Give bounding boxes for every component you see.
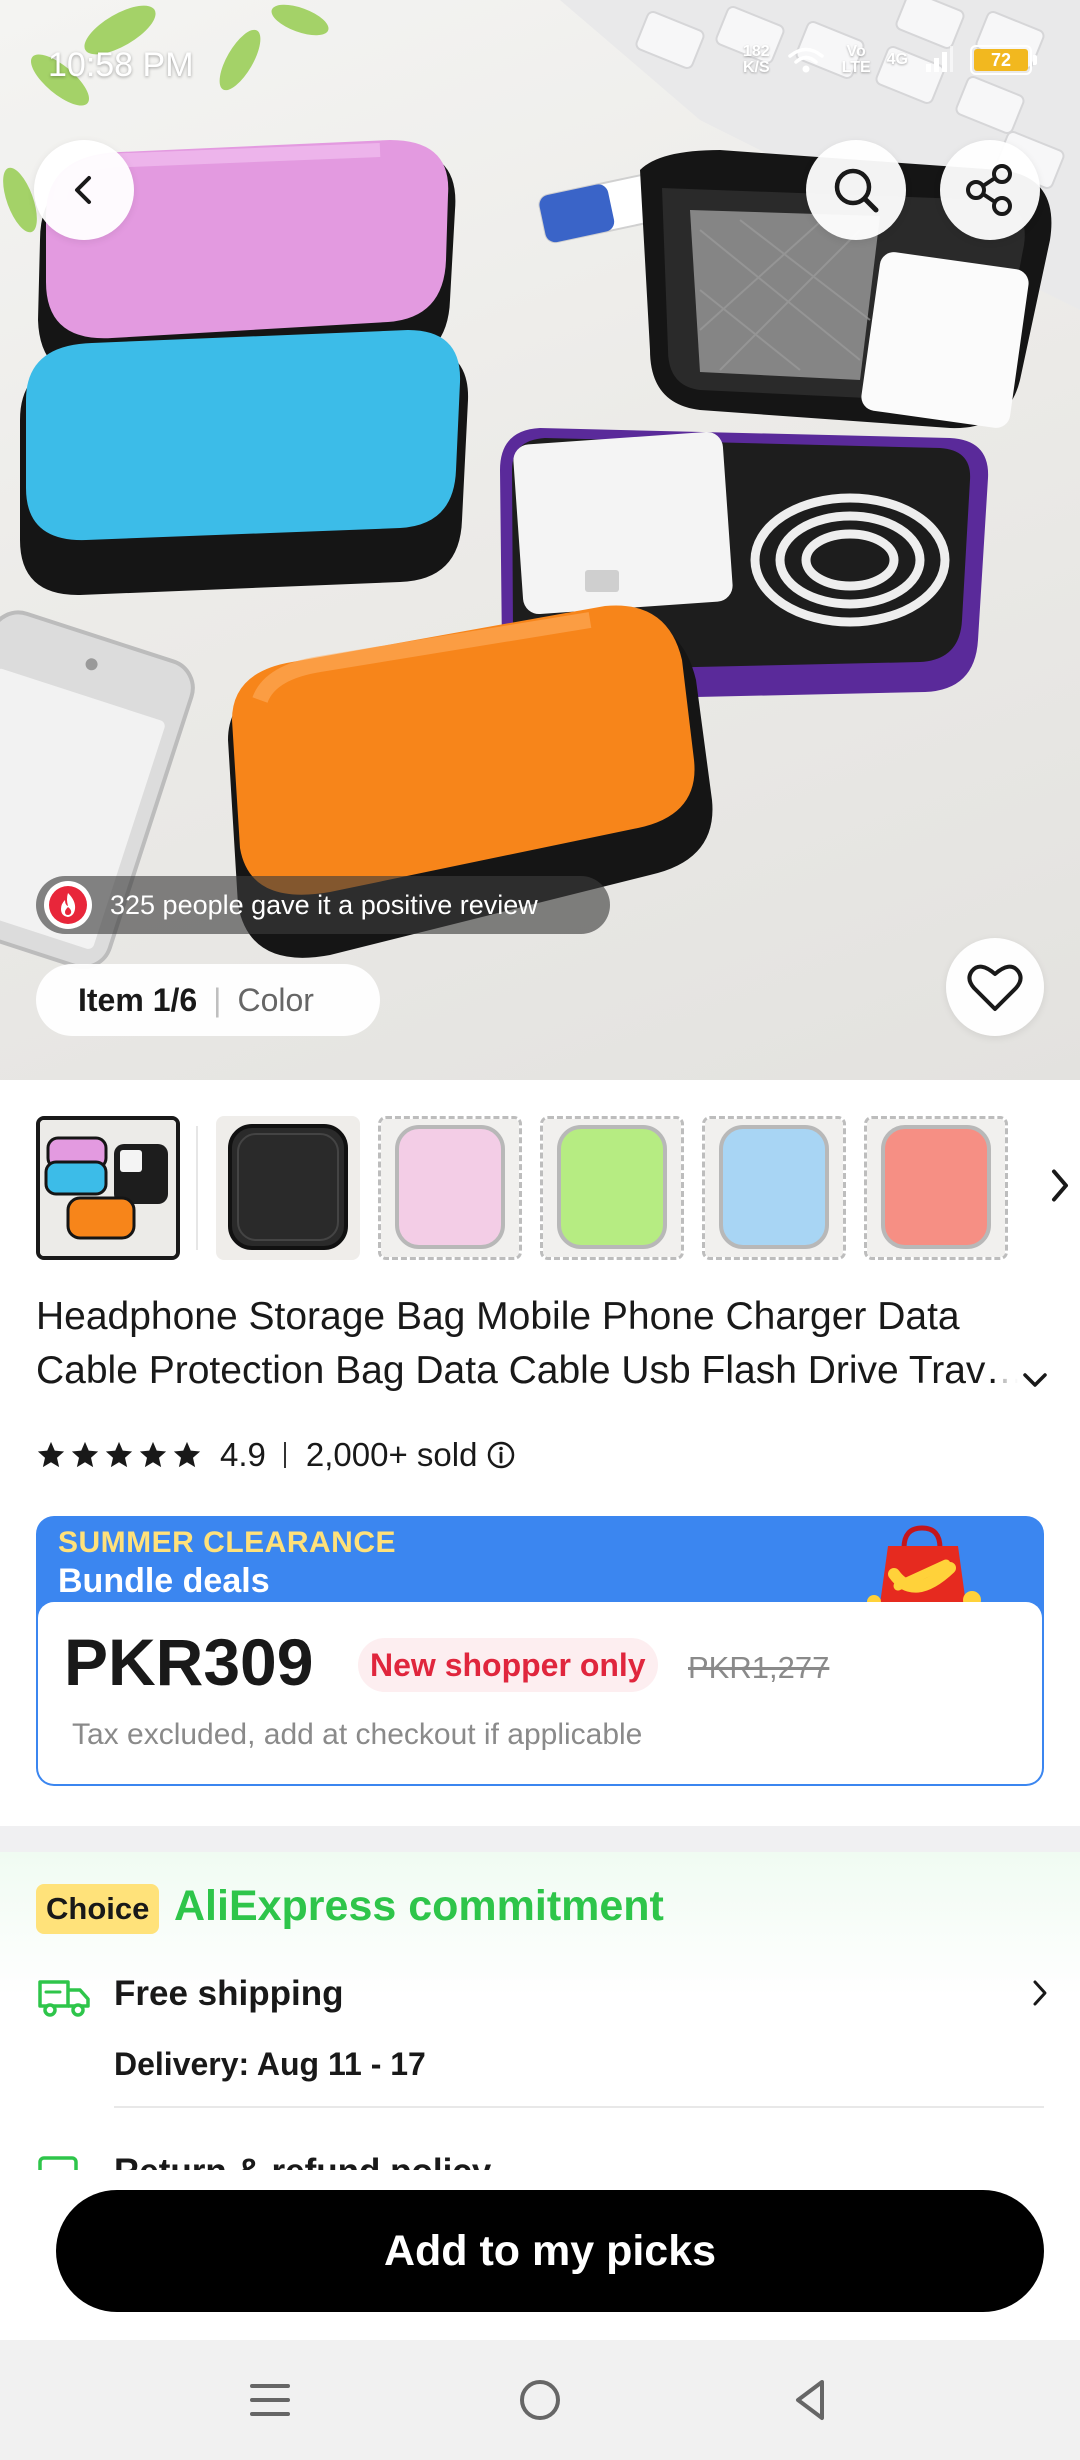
- star-icon: [173, 1441, 201, 1468]
- shipping-title[interactable]: Free shipping: [114, 1974, 343, 2014]
- image-counter: Item 1/6: [78, 981, 198, 1018]
- section-divider: [0, 1826, 1080, 1852]
- thumbnail-image: [40, 1120, 176, 1256]
- thumbnail-image: [705, 1119, 843, 1257]
- fire-icon: [44, 881, 92, 929]
- thumbnail-6[interactable]: [864, 1116, 1008, 1260]
- signal-icon: [926, 46, 953, 72]
- review-text: 325 people gave it a positive review: [110, 889, 538, 920]
- thumbnail-divider: [196, 1126, 198, 1250]
- commitment-section: Choice AliExpress commitment Free shippi…: [0, 1852, 1080, 2172]
- chevron-right-icon[interactable]: [1030, 1978, 1050, 2008]
- image-counter-pill[interactable]: Item 1/6 | Color: [36, 964, 380, 1036]
- delivery-date: Delivery: Aug 11 - 17: [114, 2046, 426, 2082]
- share-button[interactable]: [940, 140, 1040, 240]
- thumbnail-next-button[interactable]: [1048, 1168, 1072, 1209]
- thumbnail-image: [381, 1119, 519, 1257]
- network-speed: 182 K/S: [742, 43, 770, 76]
- thumbnail-image: [543, 1119, 681, 1257]
- thumbnail-2[interactable]: [216, 1116, 360, 1260]
- search-button[interactable]: [806, 140, 906, 240]
- thumbnail-image: [216, 1116, 360, 1260]
- product-title[interactable]: Headphone Storage Bag Mobile Phone Charg…: [36, 1290, 1046, 1398]
- thumbnail-1[interactable]: [36, 1116, 180, 1260]
- star-icon: [139, 1441, 167, 1468]
- network-type: 4G: [886, 51, 908, 68]
- new-shopper-badge: New shopper only: [358, 1638, 658, 1692]
- wifi-icon: [787, 47, 824, 73]
- home-button[interactable]: [510, 2370, 570, 2430]
- divider: |: [213, 981, 222, 1018]
- thumbnail-4[interactable]: [540, 1116, 684, 1260]
- commitment-title: AliExpress commitment: [174, 1882, 664, 1930]
- menu-button[interactable]: [240, 2370, 300, 2430]
- battery-icon: 72: [970, 45, 1037, 75]
- divider: [283, 1442, 286, 1468]
- tax-note: Tax excluded, add at checkout if applica…: [72, 1718, 643, 1751]
- status-bar: 10:58 PM 182 K/S Vo LTE 4G 72: [0, 0, 1080, 130]
- current-price: PKR309: [64, 1625, 314, 1699]
- status-icons: 182 K/S Vo LTE 4G 72: [742, 43, 1037, 76]
- divider: [114, 2106, 1044, 2108]
- battery-level: 72: [974, 49, 1028, 71]
- rating-row[interactable]: 4.9 2,000+ sold: [36, 1432, 515, 1478]
- triangle-back-icon: [796, 2380, 824, 2420]
- thumbnail-5[interactable]: [702, 1116, 846, 1260]
- status-time: 10:58 PM: [48, 46, 194, 84]
- shopping-bag-icon: [867, 1525, 981, 1604]
- search-icon: [834, 168, 879, 213]
- product-image-gallery[interactable]: 10:58 PM 182 K/S Vo LTE 4G 72 325 people…: [0, 0, 1080, 1080]
- truck-icon: [38, 1980, 90, 2017]
- menu-icon: [250, 2384, 290, 2416]
- bundle-deal-card[interactable]: SUMMER CLEARANCE Bundle deals PKR309 New…: [36, 1516, 1044, 1786]
- star-rating: [36, 1440, 202, 1470]
- home-circle-icon: [520, 2380, 560, 2420]
- thumbnail-strip: [36, 1116, 1080, 1260]
- wishlist-button[interactable]: [946, 938, 1044, 1036]
- return-icon: [38, 2156, 78, 2172]
- info-icon[interactable]: [487, 1441, 515, 1469]
- thumbnail-image: [867, 1119, 1005, 1257]
- heart-icon: [967, 964, 1023, 1011]
- price-panel: PKR309 New shopper only PKR1,277 Tax exc…: [38, 1602, 1042, 1784]
- rating-value: 4.9: [220, 1436, 266, 1473]
- return-policy-label: Return & refund policy: [114, 2152, 492, 2172]
- deal-headline: SUMMER CLEARANCE: [58, 1526, 396, 1559]
- thumbnail-3[interactable]: [378, 1116, 522, 1260]
- share-icon: [966, 164, 1012, 216]
- choice-badge: Choice: [36, 1884, 160, 1934]
- volte-indicator: Vo LTE: [841, 43, 871, 76]
- chevron-left-icon: [75, 176, 91, 204]
- original-price: PKR1,277: [688, 1650, 830, 1685]
- chevron-down-icon: [1023, 1373, 1047, 1387]
- add-to-picks-button[interactable]: Add to my picks: [56, 2190, 1044, 2312]
- back-nav-button[interactable]: [780, 2370, 840, 2430]
- cta-bar: Add to my picks: [0, 2170, 1080, 2340]
- variant-label: Color: [237, 981, 314, 1018]
- positive-review-banner: 325 people gave it a positive review: [36, 876, 610, 934]
- star-icon: [105, 1441, 133, 1468]
- star-icon: [37, 1441, 65, 1468]
- expand-title-button[interactable]: [998, 1360, 1048, 1400]
- system-navigation-bar: [0, 2340, 1080, 2460]
- back-button[interactable]: [34, 140, 134, 240]
- star-icon: [71, 1441, 99, 1468]
- deal-subheadline: Bundle deals: [58, 1562, 270, 1600]
- sold-count: 2,000+ sold: [305, 1436, 478, 1473]
- return-policy-row[interactable]: Return & refund policy: [36, 2152, 1046, 2172]
- chevron-right-icon: [1052, 1169, 1068, 1202]
